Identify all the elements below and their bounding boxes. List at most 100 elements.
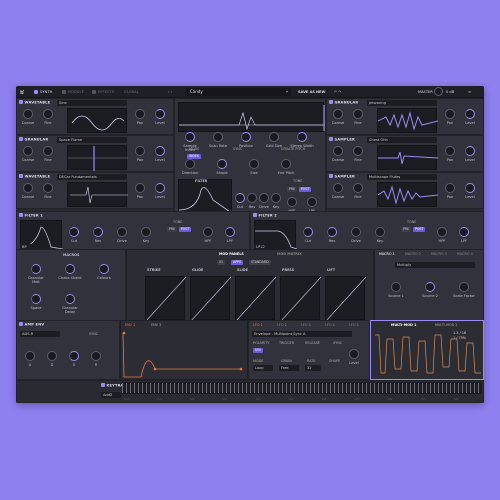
power-icon[interactable] xyxy=(19,322,23,326)
piano-key[interactable] xyxy=(286,383,287,393)
piano-key[interactable] xyxy=(406,383,407,393)
piano-key[interactable] xyxy=(174,383,175,393)
piano-key[interactable] xyxy=(390,383,391,393)
amp-env-d-knob[interactable] xyxy=(47,351,57,361)
center-filter-res-knob[interactable] xyxy=(247,193,257,203)
piano-key[interactable] xyxy=(134,383,135,393)
macro1-scale-factor-knob[interactable] xyxy=(459,282,469,292)
piano-key[interactable] xyxy=(338,383,339,393)
piano-key[interactable] xyxy=(194,383,195,393)
center-shape-knob[interactable] xyxy=(217,159,227,169)
piano-key[interactable] xyxy=(346,383,347,393)
mod-matrix-tab[interactable]: MOD MATRIX xyxy=(277,252,302,256)
osc-left-0-pan-knob[interactable] xyxy=(135,109,145,119)
osc-right-2-display[interactable] xyxy=(377,182,439,207)
mod-lane-strike-graph[interactable] xyxy=(145,276,187,322)
osc-left-2-level-knob[interactable] xyxy=(155,183,165,193)
power-icon[interactable] xyxy=(19,213,23,217)
piano-key[interactable] xyxy=(146,383,147,393)
piano-key[interactable] xyxy=(386,383,387,393)
lfo-tab-2[interactable]: LFO 2 xyxy=(277,323,287,327)
osc-left-2-display[interactable] xyxy=(67,182,128,207)
piano-key[interactable] xyxy=(238,383,239,393)
master-knob[interactable] xyxy=(434,87,443,96)
power-icon[interactable] xyxy=(253,213,257,217)
piano-key[interactable] xyxy=(410,383,411,393)
center-filter-key-knob[interactable] xyxy=(271,193,281,203)
lfo-preset[interactable]: Envelope - Multipoint Sync A xyxy=(252,331,352,337)
piano-key[interactable] xyxy=(158,383,159,393)
filter1-drive-knob[interactable] xyxy=(117,227,127,237)
power-icon[interactable] xyxy=(101,383,105,387)
macro-granular-delay-knob[interactable] xyxy=(65,294,75,304)
osc-left-2-pan-knob[interactable] xyxy=(135,183,145,193)
keyboard[interactable] xyxy=(122,382,482,394)
filter2-lpf-knob[interactable] xyxy=(459,227,469,237)
multimod-graph[interactable] xyxy=(373,329,483,379)
piano-key[interactable] xyxy=(294,383,295,393)
macro1-source-1-knob[interactable] xyxy=(391,282,401,292)
piano-key[interactable] xyxy=(226,383,227,393)
piano-key[interactable] xyxy=(274,383,275,393)
piano-key[interactable] xyxy=(242,383,243,393)
center-lpf-knob[interactable] xyxy=(307,197,317,207)
center-sample-index-knob[interactable] xyxy=(185,132,195,142)
center-filter-cut-knob[interactable] xyxy=(235,193,245,203)
filter1-tone-pre[interactable]: PRE xyxy=(167,227,178,232)
osc-left-1-pan-knob[interactable] xyxy=(135,146,145,156)
piano-key[interactable] xyxy=(278,383,279,393)
lfo-tab-1[interactable]: LFO 1 xyxy=(253,323,263,327)
mod-panels-tab[interactable]: MOD PANELS xyxy=(219,252,244,256)
piano-key[interactable] xyxy=(446,383,447,393)
piano-key[interactable] xyxy=(374,383,375,393)
center-tone-post[interactable]: POST xyxy=(299,187,312,192)
piano-key[interactable] xyxy=(130,383,131,393)
filter2-tone-pre[interactable]: PRE xyxy=(401,227,412,232)
piano-key[interactable] xyxy=(434,383,435,393)
macro-tab-4[interactable]: MACRO 4 xyxy=(457,252,473,256)
filter1-tone-post[interactable]: POST xyxy=(179,227,192,232)
filter2-drive-knob[interactable] xyxy=(351,227,361,237)
piano-key[interactable] xyxy=(314,383,315,393)
piano-key[interactable] xyxy=(126,383,127,393)
piano-key[interactable] xyxy=(142,383,143,393)
piano-key[interactable] xyxy=(402,383,403,393)
macro-colours-knob[interactable] xyxy=(99,264,109,274)
piano-key[interactable] xyxy=(318,383,319,393)
piano-key[interactable] xyxy=(458,383,459,393)
lfo-mode-value[interactable]: Loop xyxy=(253,365,273,371)
mod-sub-tab-01[interactable]: 01 xyxy=(217,260,226,265)
mod-lane-slide-graph[interactable] xyxy=(235,276,277,322)
filter2-key-knob[interactable] xyxy=(375,227,385,237)
lfo-tab-5[interactable]: LFO 5 xyxy=(349,323,359,327)
filter2-tone-post[interactable]: POST xyxy=(413,227,426,232)
piano-key[interactable] xyxy=(430,383,431,393)
osc-left-0-preset[interactable]: Sine xyxy=(57,100,127,106)
piano-key[interactable] xyxy=(122,383,123,393)
piano-key[interactable] xyxy=(478,383,479,393)
center-direction-knob[interactable] xyxy=(185,159,195,169)
macro-tab-1[interactable]: MACRO 1 xyxy=(379,252,395,256)
osc-left-2-preset[interactable]: DECar Fundamentals xyxy=(57,174,127,180)
osc-right-0-pan-knob[interactable] xyxy=(445,109,455,119)
osc-left-1-level-knob[interactable] xyxy=(155,146,165,156)
piano-key[interactable] xyxy=(354,383,355,393)
piano-key[interactable] xyxy=(270,383,271,393)
piano-key[interactable] xyxy=(246,383,247,393)
piano-key[interactable] xyxy=(322,383,323,393)
piano-key[interactable] xyxy=(266,383,267,393)
piano-key[interactable] xyxy=(206,383,207,393)
piano-key[interactable] xyxy=(150,383,151,393)
piano-key[interactable] xyxy=(182,383,183,393)
env-graph[interactable] xyxy=(121,329,249,381)
piano-key[interactable] xyxy=(230,383,231,393)
piano-key[interactable] xyxy=(298,383,299,393)
piano-key[interactable] xyxy=(250,383,251,393)
save-as-button[interactable]: SAVE AS xyxy=(298,89,315,95)
osc-right-2-level-knob[interactable] xyxy=(465,183,475,193)
piano-key[interactable] xyxy=(350,383,351,393)
osc-right-1-coarse-knob[interactable] xyxy=(333,146,343,156)
filter1-res-knob[interactable] xyxy=(93,227,103,237)
piano-key[interactable] xyxy=(178,383,179,393)
osc-left-1-preset[interactable]: Space Flame xyxy=(57,137,127,143)
